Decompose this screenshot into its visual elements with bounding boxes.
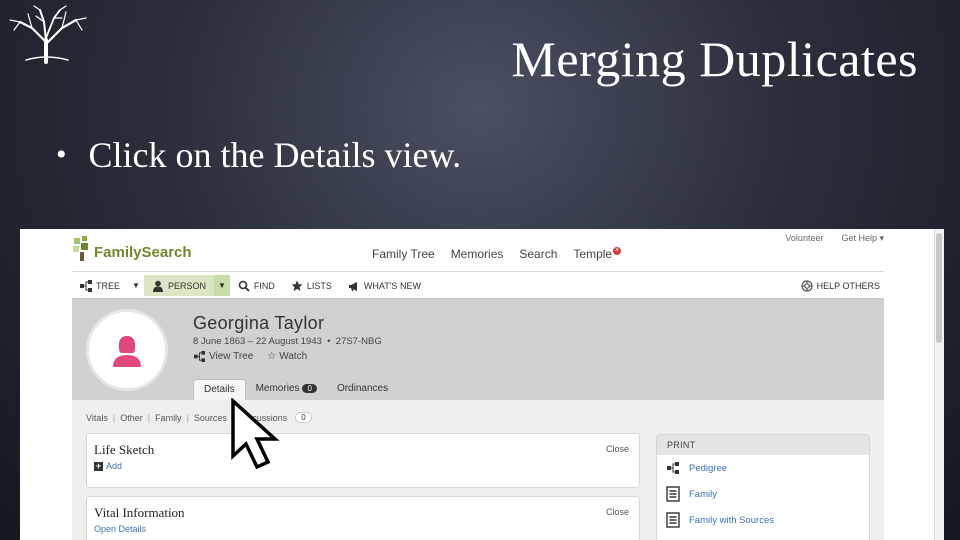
tab-details[interactable]: Details bbox=[193, 379, 246, 400]
memories-count-badge: 0 bbox=[302, 384, 317, 393]
bullet-dot-icon: • bbox=[56, 138, 67, 171]
life-sketch-card: Life Sketch Close + Add bbox=[86, 433, 640, 488]
person-dates: 8 June 1863 – 22 August 1943 • 27S7-NBG bbox=[193, 336, 382, 347]
toolbar-tree-label: TREE bbox=[96, 280, 121, 291]
bullet-point: • Click on the Details view. bbox=[56, 134, 461, 176]
tree-dropdown-caret-icon[interactable]: ▼ bbox=[128, 275, 144, 296]
life-sketch-close-button[interactable]: Close bbox=[606, 444, 629, 454]
bullet-text: Click on the Details view. bbox=[88, 135, 462, 175]
female-person-icon bbox=[113, 336, 141, 367]
toolbar-person-label: PERSON bbox=[167, 280, 206, 291]
get-help-link[interactable]: Get Help ▾ bbox=[841, 233, 884, 244]
toolbar-lists-button[interactable]: LISTS bbox=[283, 275, 340, 296]
familysearch-screenshot: FamilySearch Volunteer Get Help ▾ Family… bbox=[20, 229, 944, 540]
header-divider bbox=[72, 271, 884, 272]
avatar[interactable] bbox=[86, 309, 168, 391]
view-tree-link[interactable]: View Tree bbox=[193, 351, 253, 362]
subnav-sources[interactable]: Sources bbox=[194, 413, 227, 423]
person-dropdown-caret-icon[interactable]: ▼ bbox=[213, 275, 230, 296]
temple-alert-icon: × bbox=[613, 247, 622, 255]
person-icon bbox=[152, 280, 163, 292]
subnav-separator: | bbox=[147, 412, 151, 423]
subnav-family[interactable]: Family bbox=[155, 413, 182, 423]
tree-toolbar: TREE ▼ PERSON ▼ FIND LISTS WHAT'S NEW HE… bbox=[72, 274, 884, 297]
toolbar-whats-new-label: WHAT'S NEW bbox=[363, 280, 421, 291]
vital-information-title: Vital Information bbox=[94, 505, 185, 520]
toolbar-tree-button[interactable]: TREE bbox=[72, 275, 128, 296]
nav-memories[interactable]: Memories bbox=[451, 247, 504, 261]
familysearch-tree-icon bbox=[73, 236, 88, 261]
watch-link[interactable]: ☆ Watch bbox=[267, 351, 307, 362]
subnav-other[interactable]: Other bbox=[120, 413, 143, 423]
person-header: Georgina Taylor 8 June 1863 – 22 August … bbox=[72, 298, 884, 400]
person-id: 27S7-NBG bbox=[335, 336, 382, 347]
familysearch-logo[interactable]: FamilySearch bbox=[72, 236, 192, 262]
watch-label: Watch bbox=[279, 351, 308, 362]
megaphone-icon bbox=[348, 281, 357, 291]
nav-temple[interactable]: Temple × bbox=[573, 247, 622, 261]
open-details-link[interactable]: Open Details bbox=[94, 524, 146, 534]
subnav-vitals[interactable]: Vitals bbox=[86, 413, 108, 423]
print-family-label: Family bbox=[689, 488, 717, 500]
star-outline-icon: ☆ bbox=[267, 351, 277, 362]
vital-information-card: Vital Information Close Open Details bbox=[86, 496, 640, 540]
subnav-separator: | bbox=[112, 412, 116, 423]
toolbar-help-others-button[interactable]: HELP OTHERS bbox=[801, 279, 884, 292]
person-name: Georgina Taylor bbox=[193, 313, 325, 333]
main-nav: Family Tree Memories Search Temple × bbox=[372, 247, 622, 261]
nav-search[interactable]: Search bbox=[519, 247, 557, 261]
toolbar-lists-label: LISTS bbox=[306, 280, 332, 291]
dates-separator: • bbox=[324, 336, 334, 347]
toolbar-person-button[interactable]: PERSON bbox=[143, 275, 214, 296]
person-tabs: Details Memories 0 Ordinances bbox=[193, 379, 398, 400]
tab-memories-label: Memories bbox=[255, 383, 300, 394]
discussions-count-badge: 0 bbox=[295, 412, 312, 423]
print-family-with-sources-label: Family with Sources bbox=[689, 514, 774, 526]
person-links: View Tree ☆ Watch bbox=[193, 351, 307, 362]
pedigree-icon bbox=[667, 462, 679, 474]
details-content: Vitals| Other| Family| Sources| Discussi… bbox=[72, 400, 884, 540]
subnav-separator: | bbox=[186, 412, 189, 423]
pointer-arrow-icon bbox=[231, 398, 280, 470]
lifebuoy-icon bbox=[801, 279, 813, 292]
print-family-link[interactable]: Family bbox=[657, 481, 869, 507]
toolbar-find-button[interactable]: FIND bbox=[230, 275, 283, 296]
utility-nav: Volunteer Get Help ▾ bbox=[785, 233, 884, 244]
print-family-with-sources-link[interactable]: Family with Sources bbox=[657, 507, 869, 533]
slide-title: Merging Duplicates bbox=[511, 31, 918, 87]
life-sketch-add-button[interactable]: + Add bbox=[94, 461, 122, 471]
familysearch-logo-text: FamilySearch bbox=[94, 243, 192, 261]
plus-icon: + bbox=[94, 460, 103, 471]
document-icon bbox=[666, 486, 680, 502]
print-header: PRINT bbox=[657, 435, 869, 455]
print-pedigree-link[interactable]: Pedigree bbox=[657, 455, 869, 481]
print-panel: PRINT Pedigree Family Family with Source… bbox=[656, 434, 870, 540]
person-lifespan: 8 June 1863 – 22 August 1943 bbox=[193, 336, 322, 347]
pedigree-icon bbox=[194, 351, 205, 362]
view-tree-label: View Tree bbox=[209, 351, 254, 362]
search-icon bbox=[238, 280, 250, 292]
document-icon bbox=[666, 512, 680, 528]
scrollbar[interactable] bbox=[934, 229, 944, 540]
life-sketch-add-label: Add bbox=[106, 461, 123, 471]
tab-memories[interactable]: Memories 0 bbox=[246, 379, 327, 400]
toolbar-help-others-label: HELP OTHERS bbox=[816, 280, 880, 291]
pedigree-icon bbox=[80, 279, 92, 292]
toolbar-find-label: FIND bbox=[253, 280, 275, 291]
vital-information-close-button[interactable]: Close bbox=[606, 507, 629, 517]
nav-temple-label: Temple bbox=[573, 247, 613, 261]
volunteer-link[interactable]: Volunteer bbox=[785, 233, 823, 244]
tab-ordinances[interactable]: Ordinances bbox=[327, 379, 398, 400]
nav-family-tree[interactable]: Family Tree bbox=[372, 247, 435, 261]
print-pedigree-label: Pedigree bbox=[689, 462, 728, 474]
toolbar-whats-new-button[interactable]: WHAT'S NEW bbox=[340, 275, 429, 296]
life-sketch-title: Life Sketch bbox=[94, 442, 155, 457]
tree-logo-icon bbox=[9, 5, 87, 64]
scroll-thumb[interactable] bbox=[936, 233, 942, 343]
star-icon bbox=[291, 280, 303, 291]
